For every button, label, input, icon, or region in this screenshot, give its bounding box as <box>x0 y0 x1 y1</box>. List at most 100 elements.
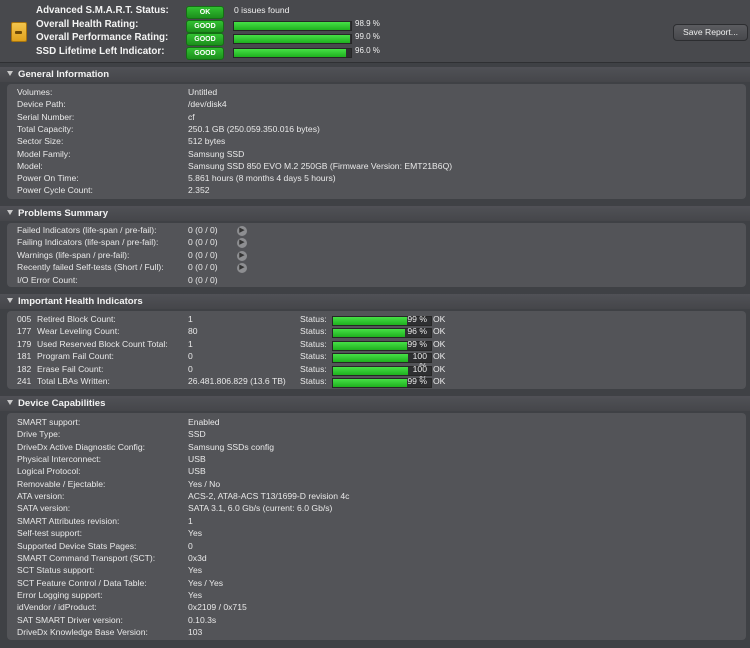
capability-row: Logical Protocol: USB <box>17 466 737 478</box>
attribute-name: Wear Leveling Count: <box>37 326 120 337</box>
attribute-name: Used Reserved Block Count Total: <box>37 338 168 349</box>
attribute-name: Program Fail Count: <box>37 351 114 362</box>
info-value: 2.352 <box>188 185 210 196</box>
arrow-right-icon[interactable]: ▶ <box>237 250 247 261</box>
performance-rating-row: Overall Performance Rating: GOOD 99.0 % <box>36 32 456 46</box>
info-label: Power On Time: <box>17 173 79 184</box>
capability-label: Self-test support: <box>17 528 82 539</box>
info-row: Power Cycle Count: 2.352 <box>17 185 737 197</box>
attribute-value: 26.481.806.829 (13.6 TB) <box>188 376 286 386</box>
attribute-name: Erase Fail Count: <box>37 363 104 374</box>
problem-label: Failed Indicators (life-span / pre-fail)… <box>17 225 157 235</box>
problem-label: Recently failed Self-tests (Short / Full… <box>17 262 164 273</box>
smart-status-badge: OK <box>186 6 224 19</box>
capabilities-panel: SMART support: Enabled Drive Type: SSD Drive… <box>7 413 746 640</box>
lifetime-left-row: SSD Lifetime Left Indicator: GOOD 96.0 % <box>36 46 456 60</box>
capability-value: 103 <box>188 626 203 637</box>
capability-row: SMART support: Enabled <box>17 417 737 429</box>
lifetime-left-bar <box>233 48 352 58</box>
info-value: Untitled <box>188 87 218 97</box>
info-label: Serial Number: <box>17 111 75 122</box>
health-row: 241 Total LBAs Written: 26.481.806.829 (13… <box>17 376 737 388</box>
capability-label: ATA version: <box>17 491 65 502</box>
capability-value: Yes <box>188 589 203 600</box>
problem-value: 0 (0 / 0) <box>188 225 218 235</box>
lifetime-left-badge: GOOD <box>186 47 224 60</box>
capability-label: SATA version: <box>17 503 71 514</box>
info-value: /dev/disk4 <box>188 99 227 110</box>
info-label: Total Capacity: <box>17 123 74 134</box>
disclosure-triangle-icon[interactable] <box>7 71 13 76</box>
capability-label: Drive Type: <box>17 429 61 440</box>
disclosure-triangle-icon[interactable] <box>7 298 13 303</box>
capability-row: Error Logging support: Yes <box>17 590 737 602</box>
capability-label: SMART Attributes revision: <box>17 515 120 526</box>
problem-label: Warnings (life-span / pre-fail): <box>17 249 130 260</box>
attribute-value: 1 <box>188 314 193 324</box>
attribute-value: 80 <box>188 326 198 337</box>
capability-row: DriveDx Active Diagnostic Config: Samsung… <box>17 442 737 454</box>
attribute-value: 0 <box>188 351 193 362</box>
info-row: Power On Time: 5.861 hours (8 months 4 da… <box>17 173 737 185</box>
capability-label: Logical Protocol: <box>17 466 81 477</box>
status-label: Status: <box>300 338 327 349</box>
disclosure-triangle-icon[interactable] <box>7 400 13 405</box>
issues-text: 0 issues found <box>234 5 290 15</box>
general-section-header[interactable]: General Information <box>0 67 750 82</box>
status-header: Advanced S.M.A.R.T. Status: OK 0 issues … <box>0 0 750 63</box>
health-section-header[interactable]: Important Health Indicators <box>0 294 750 309</box>
capability-label: Supported Device Stats Pages: <box>17 540 137 551</box>
section-title: Device Capabilities <box>18 398 106 409</box>
health-row: 177 Wear Leveling Count: 80 Status: 96 % OK <box>17 326 737 339</box>
problem-label: Failing Indicators (life-span / pre-fail… <box>17 237 159 248</box>
info-row: Total Capacity: 250.1 GB (250.059.350.016… <box>17 124 737 136</box>
problem-row: Failing Indicators (life-span / pre-fail… <box>17 237 737 249</box>
health-rating-row: Overall Health Rating: GOOD 98.9 % <box>36 19 456 33</box>
problem-row: Warnings (life-span / pre-fail): 0 (0 / 0… <box>17 250 737 262</box>
problems-section-header[interactable]: Problems Summary <box>0 206 750 221</box>
capability-label: DriveDx Active Diagnostic Config: <box>17 441 145 452</box>
arrow-right-icon[interactable]: ▶ <box>237 263 247 274</box>
capability-label: SMART Command Transport (SCT): <box>17 552 156 563</box>
problem-row: Failed Indicators (life-span / pre-fail)… <box>17 225 737 237</box>
performance-rating-label: Overall Performance Rating: <box>36 32 169 43</box>
info-value: 250.1 GB (250.059.350.016 bytes) <box>188 123 320 134</box>
health-row: 181Program Fail Count:0Status:100 %OK <box>17 351 737 371</box>
capability-label: SCT Feature Control / Data Table: <box>17 577 147 588</box>
capability-label: idVendor / idProduct: <box>17 602 97 613</box>
capability-label: SCT Status support: <box>17 565 95 576</box>
attribute-name: Retired Block Count: <box>37 314 116 324</box>
capability-row: Supported Device Stats Pages: 0 <box>17 541 737 553</box>
capability-value: SSD <box>188 429 206 440</box>
info-label: Volumes: <box>17 87 53 97</box>
info-label: Model Family: <box>17 148 71 159</box>
capability-row: Self-test support: Yes <box>17 528 737 540</box>
capability-value: Samsung SSDs config <box>188 441 274 452</box>
status-label: Status: <box>300 351 327 362</box>
capability-value: Yes <box>188 565 203 576</box>
capability-label: Removable / Ejectable: <box>17 478 106 489</box>
arrow-right-icon[interactable]: ▶ <box>237 238 247 249</box>
capability-value: Yes / Yes <box>188 577 224 588</box>
info-label: Sector Size: <box>17 136 64 147</box>
status-label: Status: <box>300 326 327 337</box>
drive-icon <box>11 22 27 42</box>
capability-label: DriveDx Knowledge Base Version: <box>17 626 148 637</box>
capability-value: 0 <box>188 540 193 551</box>
arrow-right-icon[interactable]: ▶ <box>237 226 247 236</box>
performance-rating-percent: 99.0 % <box>355 32 380 41</box>
disclosure-triangle-icon[interactable] <box>7 210 13 215</box>
info-value: 5.861 hours (8 months 4 days 5 hours) <box>188 173 336 184</box>
health-row: 005 Retired Block Count: 1 Status: 99 % OK <box>17 314 737 326</box>
save-report-button[interactable]: Save Report... <box>673 24 748 41</box>
capability-value: ACS-2, ATA8-ACS T13/1699-D revision 4c <box>188 491 350 502</box>
info-row: Serial Number: cf <box>17 112 737 124</box>
capability-value: 0x2109 / 0x715 <box>188 602 247 613</box>
capability-value: 0.10.3s <box>188 614 217 625</box>
health-rating-percent: 98.9 % <box>355 19 380 28</box>
status-percent: 99 % <box>407 314 427 324</box>
capability-row: SCT Status support: Yes <box>17 565 737 577</box>
capabilities-section-header[interactable]: Device Capabilities <box>0 396 750 411</box>
info-label: Device Path: <box>17 99 66 110</box>
attribute-id: 182 <box>17 363 32 374</box>
